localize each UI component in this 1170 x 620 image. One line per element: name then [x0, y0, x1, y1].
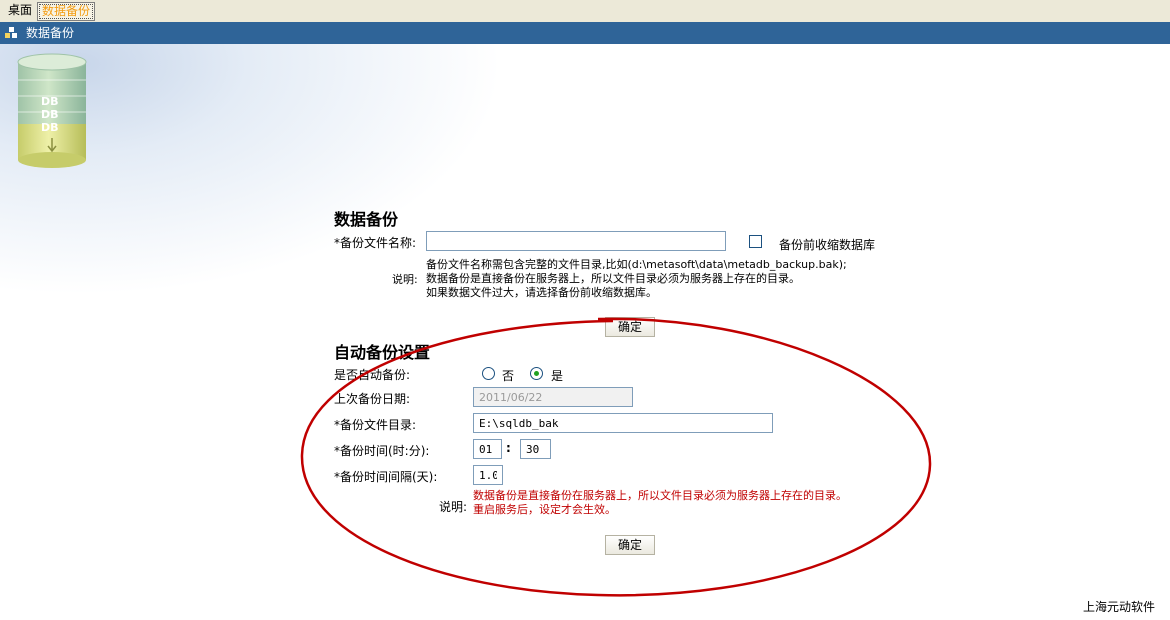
backup-file-input[interactable] — [426, 231, 726, 251]
backup-note-label: 说明: — [392, 273, 418, 286]
logo-text-2: DB — [41, 108, 59, 121]
tab-bar: 桌面 数据备份 — [0, 0, 1170, 23]
backup-note-line-1: 备份文件名称需包含完整的文件目录,比如(d:\metasoft\data\met… — [426, 258, 847, 271]
logo-text-1: DB — [41, 95, 59, 108]
compress-label: 备份前收缩数据库 — [779, 238, 876, 252]
backup-note-line-3: 如果数据文件过大，请选择备份前收缩数据库。 — [426, 286, 657, 299]
window-title: 数据备份 — [26, 26, 75, 40]
tab-desktop[interactable]: 桌面 — [4, 2, 36, 19]
annotation-ellipse — [300, 317, 932, 597]
tab-data-backup[interactable]: 数据备份 — [37, 2, 96, 21]
logo-text-3: DB — [41, 121, 59, 134]
compress-checkbox[interactable] — [749, 235, 762, 248]
window-title-bar: 数据备份 — [0, 22, 1170, 44]
backup-heading: 数据备份 — [334, 210, 399, 229]
backup-file-label: *备份文件名称: — [334, 236, 417, 250]
module-icon — [5, 27, 17, 38]
backup-note-line-2: 数据备份是直接备份在服务器上，所以文件目录必须为服务器上存在的目录。 — [426, 272, 800, 285]
footer-company: 上海元动软件 — [1083, 600, 1156, 614]
